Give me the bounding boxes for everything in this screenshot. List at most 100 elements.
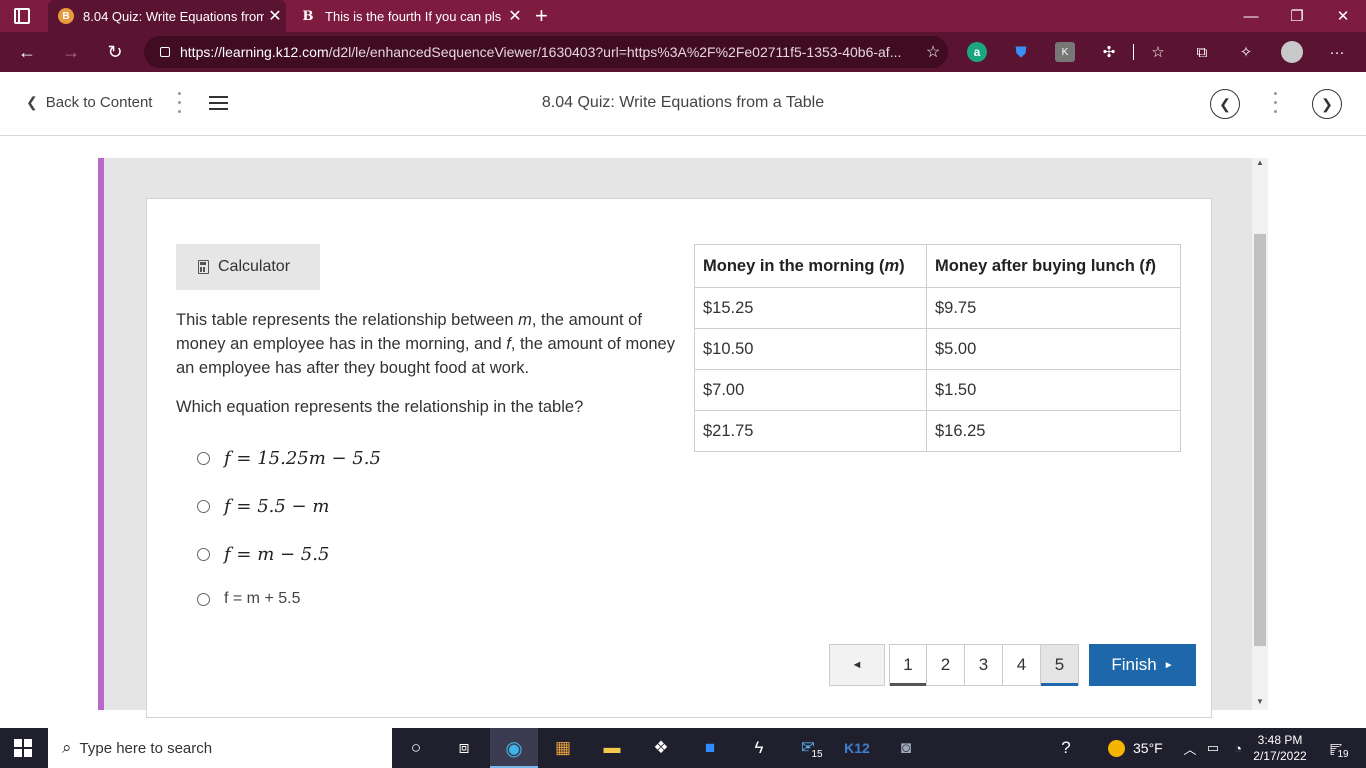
table-cell: $15.25	[694, 287, 927, 329]
address-bar[interactable]: https://learning.k12.com/d2l/le/enhanced…	[144, 36, 948, 68]
clock-time: 3:48 PM	[1257, 733, 1303, 747]
file-explorer-icon[interactable]: ▬	[598, 734, 626, 762]
edge-browser-icon[interactable]: ◉	[500, 734, 528, 762]
page-4-button[interactable]: 4	[1003, 644, 1041, 686]
task-view-icon[interactable]: ⧈	[450, 734, 478, 762]
scrollbar-thumb[interactable]	[1254, 234, 1266, 646]
minimize-button[interactable]: —	[1228, 0, 1274, 32]
weather-widget[interactable]: 35°F	[1108, 728, 1163, 768]
favorites-icon[interactable]: ☆	[1148, 42, 1168, 62]
collections-icon[interactable]: ⧉	[1192, 42, 1212, 62]
back-arrow-icon[interactable]: ←	[12, 37, 42, 67]
zoom-icon[interactable]: ■	[696, 734, 724, 762]
table-cell: $16.25	[926, 410, 1181, 452]
taskbar-search-box[interactable]: ⌕ Type here to search	[48, 728, 392, 768]
sun-icon	[1108, 739, 1125, 757]
table-cell: $10.50	[694, 328, 927, 370]
answer-option-1[interactable]: f = 15.25m − 5.5	[197, 448, 381, 469]
extension-a-icon[interactable]: a	[967, 42, 987, 62]
question-pagination: ◄ 1 2 3 4 5	[829, 644, 1079, 686]
profile-avatar[interactable]	[1281, 41, 1303, 63]
k12-app-icon[interactable]: K12	[840, 734, 874, 762]
battery-icon[interactable]: ▭	[1199, 734, 1227, 762]
table-row: $10.50 $5.00	[694, 328, 1181, 370]
tab-actions-icon[interactable]	[14, 8, 30, 24]
browser-tab-strip: B 8.04 Quiz: Write Equations from a ✕ B …	[0, 0, 1366, 32]
previous-page-button[interactable]: ◄	[829, 644, 885, 686]
answer-option-4[interactable]: f = m + 5.5	[197, 590, 300, 608]
brainly-favicon-icon: B	[302, 8, 314, 24]
performance-icon[interactable]: ✧	[1236, 42, 1256, 62]
option-label: f = m − 5.5	[224, 544, 330, 565]
search-placeholder: Type here to search	[79, 739, 213, 757]
play-arrow-icon: ►	[1163, 659, 1174, 671]
answer-option-3[interactable]: f = m − 5.5	[197, 544, 329, 565]
calculator-button[interactable]: Calculator	[176, 244, 320, 290]
extension-k-icon[interactable]: K	[1055, 42, 1075, 62]
help-icon[interactable]: ?	[1052, 734, 1080, 762]
calculator-label: Calculator	[218, 258, 291, 275]
option-label: f = 5.5 − m	[224, 496, 330, 517]
mail-badge: 15	[808, 746, 826, 762]
calculator-icon	[198, 260, 209, 274]
system-clock[interactable]: 3:48 PM 2/17/2022	[1244, 732, 1316, 764]
tab-close-icon[interactable]: ✕	[504, 6, 526, 26]
add-favorite-icon[interactable]: ☆	[918, 42, 948, 62]
page-5-button[interactable]: 5	[1041, 644, 1079, 686]
column-header-morning: Money in the morning (m)	[694, 244, 927, 288]
table-header-row: Money in the morning (m) Money after buy…	[694, 244, 1181, 288]
scroll-up-icon[interactable]: ▲	[1256, 158, 1264, 167]
url-text: https://learning.k12.com/d2l/le/enhanced…	[180, 44, 902, 60]
finish-button[interactable]: Finish ►	[1089, 644, 1196, 686]
new-tab-button[interactable]: +	[535, 3, 548, 29]
notifications-badge: 19	[1334, 746, 1352, 762]
relationship-table: Money in the morning (m) Money after buy…	[694, 244, 1181, 452]
quiz-favicon-icon: B	[58, 8, 74, 24]
radio-button[interactable]	[197, 452, 210, 465]
extension-shield-icon[interactable]: ⛊	[1011, 42, 1031, 62]
windows-start-icon[interactable]	[14, 739, 32, 757]
page-3-button[interactable]: 3	[965, 644, 1003, 686]
page-2-button[interactable]: 2	[927, 644, 965, 686]
tab-quiz[interactable]: B 8.04 Quiz: Write Equations from a ✕	[48, 0, 286, 32]
column-header-after-lunch: Money after buying lunch (f)	[926, 244, 1181, 288]
answer-option-2[interactable]: f = 5.5 − m	[197, 496, 329, 517]
scroll-down-icon[interactable]: ▼	[1256, 697, 1264, 706]
question-text: This table represents the relationship b…	[176, 311, 675, 377]
previous-topic-button[interactable]: ❮	[1210, 89, 1240, 119]
browser-toolbar: ← → ↻ https://learning.k12.com/d2l/le/en…	[0, 32, 1366, 72]
page-1-button[interactable]: 1	[889, 644, 927, 686]
viewer-scrollbar[interactable]: ▲ ▼	[1252, 158, 1268, 710]
maximize-button[interactable]: ❐	[1274, 0, 1320, 32]
search-icon: ⌕	[62, 738, 72, 757]
tab-title: 8.04 Quiz: Write Equations from a	[83, 8, 264, 24]
option-label: f = m + 5.5	[224, 590, 301, 607]
table-cell: $7.00	[694, 369, 927, 411]
next-topic-button[interactable]: ❯	[1312, 89, 1342, 119]
radio-button[interactable]	[197, 592, 210, 606]
tab-close-icon[interactable]: ✕	[264, 6, 286, 26]
lock-icon	[160, 47, 170, 57]
divider-dots	[1274, 92, 1278, 118]
store-icon[interactable]: ▦	[549, 734, 577, 762]
finish-label: Finish	[1111, 655, 1157, 674]
radio-button[interactable]	[197, 500, 210, 513]
settings-more-icon[interactable]: ···	[1327, 42, 1347, 62]
tab-brainly[interactable]: B This is the fourth If you can pls h ✕	[290, 0, 526, 32]
toolbar-divider	[1133, 44, 1134, 60]
table-row: $7.00 $1.50	[694, 369, 1181, 411]
app-bolt-icon[interactable]: ϟ	[745, 734, 773, 762]
camera-app-icon[interactable]: ◙	[892, 734, 920, 762]
refresh-icon[interactable]: ↻	[100, 37, 130, 67]
forward-arrow-icon[interactable]: →	[56, 37, 86, 67]
option-label: f = 15.25m − 5.5	[224, 448, 381, 469]
radio-button[interactable]	[197, 548, 210, 561]
windows-taskbar: ⌕ Type here to search ○ ⧈ ◉ ▦ ▬ ❖ ■ ϟ ✉ …	[0, 728, 1366, 768]
extensions-puzzle-icon[interactable]: ✣	[1099, 42, 1119, 62]
cortana-icon[interactable]: ○	[402, 734, 430, 762]
close-window-button[interactable]: ✕	[1320, 0, 1366, 32]
dropbox-icon[interactable]: ❖	[647, 734, 675, 762]
tab-title: This is the fourth If you can pls h	[325, 8, 504, 24]
table-cell: $1.50	[926, 369, 1181, 411]
table-cell: $21.75	[694, 410, 927, 452]
